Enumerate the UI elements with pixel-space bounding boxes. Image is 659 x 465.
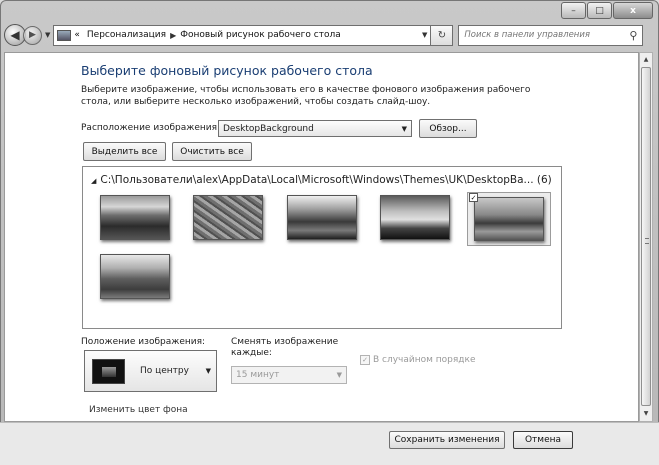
- collapse-triangle-icon[interactable]: ◢: [91, 177, 96, 185]
- position-select[interactable]: По центру ▼: [84, 350, 217, 392]
- close-button[interactable]: x: [613, 2, 653, 19]
- gallery-group-header[interactable]: ◢ C:\Пользователи\alex\AppData\Local\Micr…: [91, 174, 552, 186]
- control-panel-icon: [57, 29, 72, 41]
- interval-select[interactable]: 15 минут ▼: [231, 366, 347, 384]
- scroll-down-icon[interactable]: ▼: [640, 407, 652, 421]
- wallpaper-thumbnail-2[interactable]: [193, 195, 263, 240]
- page-title: Выберите фоновый рисунок рабочего стола: [81, 63, 373, 78]
- position-value: По центру: [140, 366, 189, 376]
- clear-all-button[interactable]: Очистить все: [172, 142, 252, 161]
- back-arrow-icon: ◀: [10, 28, 20, 42]
- address-dropdown-icon[interactable]: ▼: [422, 31, 427, 39]
- breadcrumb-desktop-background[interactable]: Фоновый рисунок рабочего стола: [180, 30, 341, 40]
- breadcrumb-prefix[interactable]: «: [74, 30, 80, 40]
- chevron-down-icon: ▼: [336, 371, 342, 379]
- thumbnail-checkbox[interactable]: ✓: [469, 193, 478, 202]
- search-icon[interactable]: ⚲: [629, 29, 637, 42]
- chevron-down-icon: ▼: [205, 367, 211, 375]
- refresh-icon: ↻: [437, 29, 447, 41]
- navigation-bar: ◀ ▶ ▼ « Персонализация ▶ Фоновый рисунок…: [4, 22, 653, 48]
- wallpaper-thumbnail-3[interactable]: [287, 195, 357, 240]
- scroll-up-icon[interactable]: ▲: [640, 53, 652, 67]
- page-description: Выберите изображение, чтобы использовать…: [81, 85, 531, 107]
- shuffle-label: В случайном порядке: [373, 355, 476, 365]
- forward-button[interactable]: ▶: [23, 25, 42, 45]
- scroll-grip-icon: [645, 238, 649, 244]
- address-bar[interactable]: « Персонализация ▶ Фоновый рисунок рабоч…: [53, 24, 432, 46]
- vertical-scrollbar[interactable]: ▲ ▼: [639, 52, 653, 422]
- change-background-color-link[interactable]: Изменить цвет фона: [89, 405, 188, 415]
- chevron-down-icon: ▼: [401, 124, 407, 133]
- select-all-button[interactable]: Выделить все: [83, 142, 166, 161]
- wallpaper-thumbnail-5[interactable]: [474, 197, 544, 241]
- search-box[interactable]: ⚲: [458, 24, 644, 46]
- forward-arrow-icon: ▶: [29, 30, 36, 40]
- save-changes-button[interactable]: Сохранить изменения: [389, 431, 505, 449]
- breadcrumb-arrow-icon[interactable]: ▶: [170, 31, 176, 40]
- refresh-button[interactable]: ↻: [431, 24, 454, 46]
- gallery-path: C:\Пользователи\alex\AppData\Local\Micro…: [100, 174, 552, 186]
- cancel-button[interactable]: Отмена: [513, 431, 573, 449]
- minimize-button[interactable]: –: [561, 2, 586, 19]
- interval-label: Сменять изображение каждые:: [231, 337, 339, 358]
- wallpaper-gallery: [82, 166, 562, 329]
- location-label: Расположение изображения:: [81, 123, 221, 133]
- shuffle-checkbox[interactable]: ✓: [360, 355, 370, 365]
- search-input[interactable]: [464, 30, 615, 40]
- maximize-button[interactable]: □: [587, 2, 612, 19]
- scroll-thumb[interactable]: [641, 67, 651, 406]
- breadcrumb-personalization[interactable]: Персонализация: [87, 30, 166, 40]
- monitor-preview-icon: [92, 359, 125, 384]
- wallpaper-thumbnail-4[interactable]: [380, 195, 450, 240]
- position-label: Положение изображения:: [81, 337, 206, 347]
- interval-value: 15 минут: [236, 370, 280, 380]
- location-select[interactable]: DesktopBackground ▼: [218, 120, 412, 137]
- wallpaper-thumbnail-6[interactable]: [100, 254, 170, 299]
- location-value: DesktopBackground: [223, 123, 314, 134]
- recent-pages-dropdown-icon[interactable]: ▼: [45, 31, 50, 39]
- browse-button[interactable]: Обзор...: [419, 119, 477, 138]
- window-controls: – □ x: [561, 2, 653, 19]
- shuffle-option[interactable]: ✓ В случайном порядке: [360, 355, 476, 365]
- wallpaper-thumbnail-1[interactable]: [100, 195, 170, 240]
